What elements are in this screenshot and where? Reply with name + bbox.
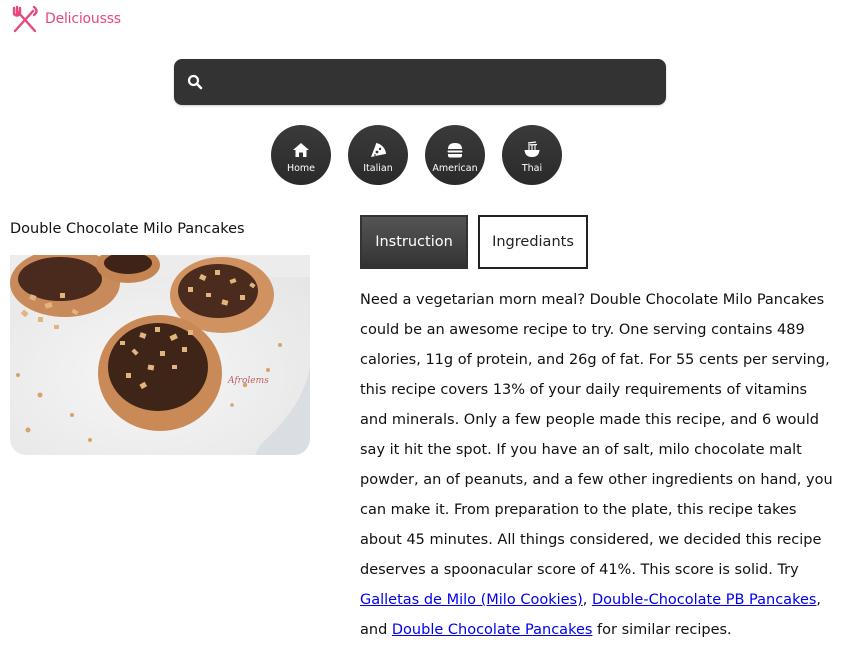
similar-recipe-link-1[interactable]: Galletas de Milo (Milo Cookies)	[360, 592, 583, 608]
brand-logo-link[interactable]: Deliciousss	[10, 5, 121, 33]
category-american-button[interactable]: American	[425, 125, 485, 185]
category-home-button[interactable]: Home	[271, 125, 331, 185]
recipe-summary: Need a vegetarian morn meal? Double Choc…	[360, 285, 838, 645]
category-italian-label: Italian	[363, 162, 393, 174]
burger-icon	[447, 142, 463, 157]
summary-separator-1: ,	[582, 592, 592, 608]
search-input[interactable]	[203, 58, 666, 106]
recipe-title: Double Chocolate Milo Pancakes	[10, 221, 245, 237]
category-thai-button[interactable]: Thai	[502, 125, 562, 185]
tab-instruction[interactable]: Instruction	[360, 215, 468, 269]
similar-recipe-link-2[interactable]: Double-Chocolate PB Pancakes	[592, 592, 816, 608]
category-american-label: American	[432, 162, 478, 174]
pancake-front	[98, 315, 222, 431]
home-icon	[293, 142, 309, 157]
summary-text-end: for similar recipes.	[592, 622, 732, 638]
recipe-image: Afrolems	[10, 255, 310, 455]
fork-knife-icon	[12, 5, 38, 33]
search-icon[interactable]	[187, 74, 203, 90]
recipe-photo-illustration: Afrolems	[10, 255, 310, 455]
category-italian-button[interactable]: Italian	[348, 125, 408, 185]
tab-ingredients[interactable]: Ingrediants	[478, 215, 588, 269]
image-watermark: Afrolems	[227, 376, 269, 386]
noodle-bowl-icon	[524, 140, 540, 157]
similar-recipe-link-3[interactable]: Double Chocolate Pancakes	[392, 622, 593, 638]
summary-text: Need a vegetarian morn meal? Double Choc…	[360, 292, 833, 578]
search-bar	[174, 58, 666, 106]
brand-name: Deliciousss	[45, 11, 121, 27]
pizza-icon	[371, 142, 387, 157]
category-home-label: Home	[286, 162, 316, 174]
category-thai-label: Thai	[521, 162, 543, 174]
